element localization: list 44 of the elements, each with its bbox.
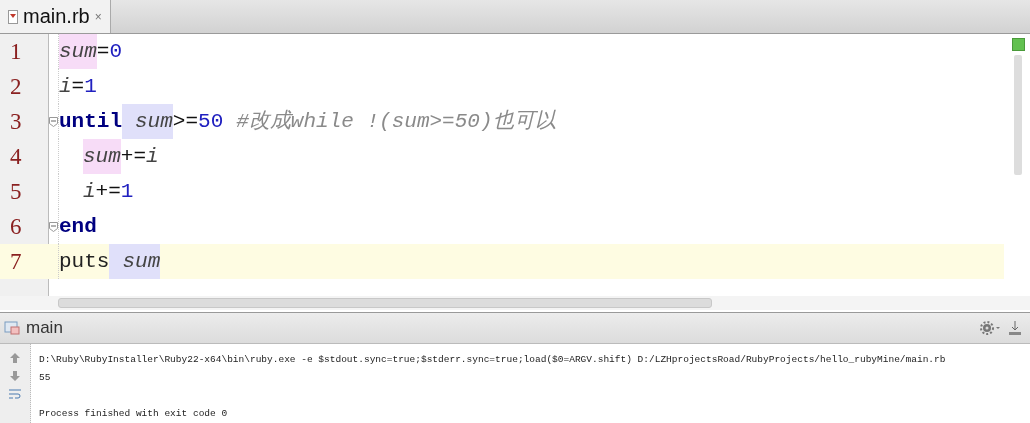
line-number: 2 [9,73,23,100]
variable-token: sum [122,104,173,139]
operator-token: = [71,74,85,100]
run-config-icon [4,321,20,335]
number-token: 1 [84,74,97,100]
fold-icon[interactable] [48,221,58,232]
console-output-line: Process finished with exit code 0 [39,406,229,421]
operator-token: >= [172,109,199,135]
status-indicator [1011,38,1025,51]
line-number: 7 [9,248,23,275]
operator-token: += [95,179,121,205]
fold-icon[interactable] [48,116,58,127]
ruby-file-icon [8,9,18,24]
keyword-token: until [59,109,122,135]
operator-token: = [96,39,110,65]
variable-token: i [59,74,72,100]
line-number: 3 [9,108,23,135]
variable-token: sum [59,34,97,69]
file-tab[interactable]: main.rb × [0,0,111,33]
operator-token: += [120,144,147,170]
number-token: 1 [120,179,134,205]
variable-token: i [146,144,159,170]
close-icon[interactable]: × [94,9,102,24]
line-number: 1 [9,38,23,65]
line-number: 6 [9,213,23,240]
console-output-line: 55 [39,370,52,385]
down-arrow-icon[interactable] [9,370,21,382]
variable-token: sum [83,139,121,174]
settings-icon[interactable] [980,321,1002,335]
console-output-line: D:\Ruby\RubyInstaller\Ruby22-x64\bin\ruby.exe -e $stdout.sync=true;$stderr.sync=true;load($0=ARGV.shift) D:/LZHprojectsRoad/RubyProjects/hello_rubyMine/main.rb [39,352,947,367]
horizontal-scrollbar[interactable] [58,298,712,308]
keyword-token: end [59,214,97,240]
identifier-token: puts [59,249,110,275]
vertical-scrollbar[interactable] [1014,55,1022,175]
run-panel-title: main [26,318,63,338]
variable-token: sum [109,244,161,279]
code-comment: #改成while !(sum>=50)也可以 [235,108,556,135]
variable-token: i [83,179,96,205]
line-number: 5 [9,178,23,205]
line-number: 4 [9,143,23,170]
soft-wrap-icon[interactable] [8,388,22,400]
up-arrow-icon[interactable] [9,352,21,364]
number-token: 0 [109,39,123,65]
number-token: 50 [198,109,224,135]
